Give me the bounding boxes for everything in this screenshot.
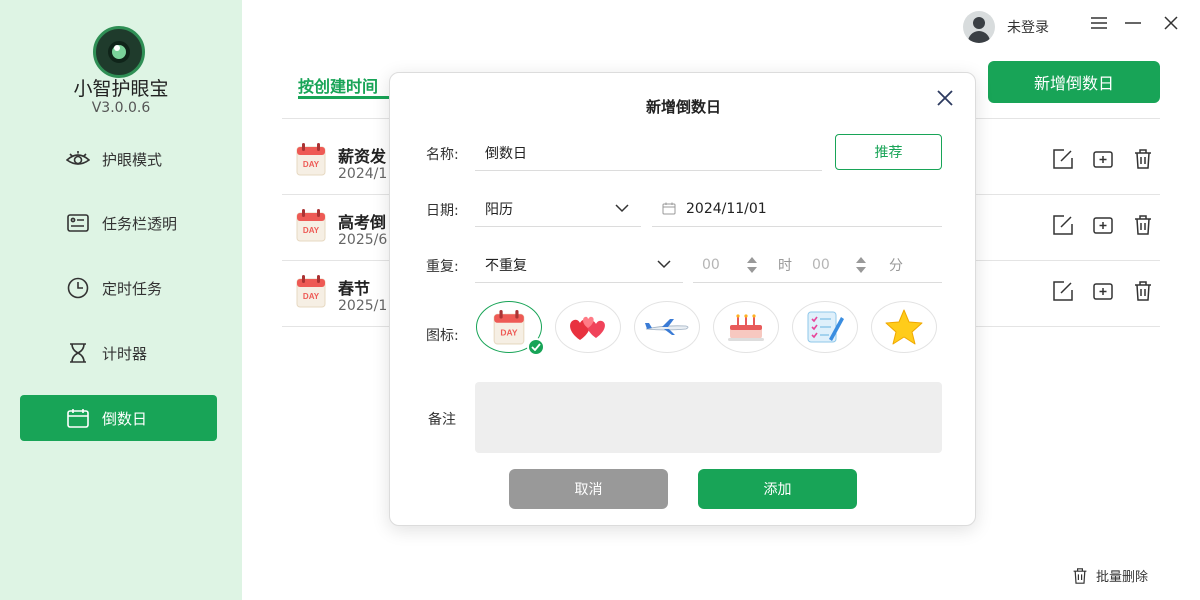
hearts-icon [570, 316, 605, 340]
hourglass-icon [66, 341, 90, 365]
delete-icon[interactable] [1131, 279, 1155, 303]
calendar-type-select[interactable]: 阳历 [475, 191, 641, 227]
tab-underline [298, 96, 390, 99]
date-label: 日期: [426, 203, 459, 219]
app-version: V3.0.0.6 [91, 100, 151, 116]
new-countdown-button[interactable]: 新增倒数日 [988, 61, 1160, 103]
minute-unit: 分 [889, 257, 903, 274]
date-picker[interactable]: 2024/11/01 [652, 191, 942, 227]
add-icon[interactable] [1091, 147, 1115, 171]
add-icon[interactable] [1091, 213, 1115, 237]
name-input[interactable]: 倒数日 [475, 135, 822, 171]
svg-text:DAY: DAY [500, 327, 517, 337]
dialog-title: 新增倒数日 [645, 98, 721, 116]
item-name: 薪资发 [338, 147, 387, 166]
eye-icon [66, 147, 90, 171]
item-name: 高考倒 [338, 213, 387, 232]
add-icon[interactable] [1091, 279, 1115, 303]
minute-input[interactable]: 00 [812, 257, 830, 273]
batch-delete-label: 批量删除 [1096, 570, 1149, 585]
user-status: 未登录 [1007, 20, 1049, 36]
icon-option-checklist[interactable] [792, 301, 858, 353]
name-label: 名称: [426, 147, 459, 163]
cake-icon [728, 314, 764, 341]
minute-spinner-icon[interactable] [855, 255, 867, 275]
sidebar-item-label: 任务栏透明 [102, 214, 178, 233]
sidebar-item-taskbar[interactable]: 任务栏透明 [20, 200, 217, 246]
date-calendar-icon [662, 202, 676, 215]
item-name: 春节 [338, 279, 371, 298]
recommend-button[interactable]: 推荐 [835, 134, 942, 170]
edit-icon[interactable] [1051, 213, 1075, 237]
icon-label: 图标: [426, 328, 459, 344]
sidebar-item-eye-mode[interactable]: 护眼模式 [20, 136, 217, 182]
sidebar-item-label: 计时器 [102, 344, 148, 363]
sidebar-item-scheduled-task[interactable]: 定时任务 [20, 265, 217, 311]
calendar-day-icon: DAY [296, 142, 326, 180]
svg-text:DAY: DAY [303, 160, 320, 169]
remark-textarea[interactable] [475, 382, 942, 453]
trash-icon [1073, 567, 1087, 584]
icon-option-hearts[interactable] [555, 301, 621, 353]
remark-label: 备注 [428, 412, 456, 428]
calendar-type-value: 阳历 [485, 201, 513, 218]
sidebar-item-timer[interactable]: 计时器 [20, 330, 217, 376]
sidebar-item-label: 护眼模式 [102, 150, 163, 169]
app-logo-icon [93, 26, 145, 78]
add-button[interactable]: 添加 [698, 469, 857, 509]
svg-text:DAY: DAY [303, 226, 320, 235]
date-value: 2024/11/01 [686, 200, 767, 217]
sidebar-item-label: 倒数日 [102, 409, 148, 428]
calendar-day-icon: DAY [493, 310, 525, 345]
calendar-day-icon: DAY [296, 208, 326, 246]
icon-option-calendar-day[interactable]: DAY [476, 301, 545, 356]
icon-option-airplane[interactable] [634, 301, 700, 353]
chevron-down-icon [657, 260, 671, 269]
batch-delete-button[interactable]: 批量删除 [1072, 566, 1148, 585]
close-icon[interactable] [1160, 12, 1182, 34]
sidebar-item-countdown[interactable]: 倒数日 [20, 395, 217, 441]
clock-icon [66, 276, 90, 300]
item-date: 2025/1 [338, 298, 388, 314]
dialog-close-icon[interactable] [934, 87, 956, 109]
calendar-day-icon: DAY [296, 274, 326, 312]
sidebar: 小智护眼宝 V3.0.0.6 护眼模式 任务栏透明 定时任务 计时器 倒数日 [0, 0, 242, 600]
item-date: 2025/6 [338, 232, 388, 248]
user-login[interactable]: 未登录 [963, 11, 1049, 43]
repeat-label: 重复: [426, 259, 459, 275]
delete-icon[interactable] [1131, 147, 1155, 171]
edit-icon[interactable] [1051, 147, 1075, 171]
airplane-icon [645, 319, 689, 335]
menu-icon[interactable] [1088, 12, 1110, 34]
avatar [963, 11, 995, 43]
cancel-button[interactable]: 取消 [509, 469, 668, 509]
edit-icon[interactable] [1051, 279, 1075, 303]
selected-check-icon [527, 338, 545, 356]
checklist-icon [807, 311, 844, 343]
minimize-icon[interactable] [1122, 12, 1144, 34]
time-picker[interactable]: 00 时 00 分 [693, 247, 942, 283]
delete-icon[interactable] [1131, 213, 1155, 237]
hour-input[interactable]: 00 [702, 257, 720, 273]
add-countdown-dialog: 新增倒数日 名称: 倒数日 推荐 日期: 阳历 2024/11/01 重复: 不… [389, 72, 976, 526]
hour-spinner-icon[interactable] [746, 255, 758, 275]
sidebar-item-label: 定时任务 [102, 279, 163, 298]
tab-sort-created[interactable]: 按创建时间 [298, 73, 378, 97]
taskbar-icon [66, 211, 90, 235]
repeat-value: 不重复 [485, 257, 527, 274]
svg-text:DAY: DAY [303, 292, 320, 301]
app-name: 小智护眼宝 [73, 78, 169, 100]
repeat-select[interactable]: 不重复 [475, 247, 683, 283]
icon-option-cake[interactable] [713, 301, 779, 353]
star-icon [885, 309, 923, 345]
item-date: 2024/1 [338, 166, 388, 182]
hour-unit: 时 [778, 257, 792, 274]
chevron-down-icon [615, 204, 629, 213]
calendar-icon [66, 406, 90, 430]
icon-option-star[interactable] [871, 301, 937, 353]
